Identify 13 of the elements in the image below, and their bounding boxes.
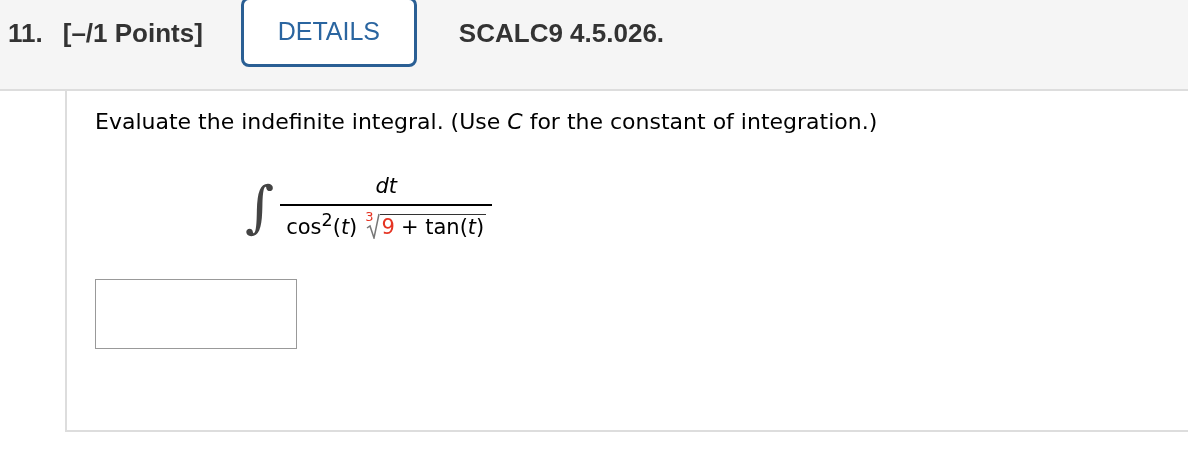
integral-sign: ∫ [245,174,275,239]
points-label: [–/1 Points] [62,18,203,49]
radicand-term: + tan(t) [400,215,485,239]
question-source: SCALC9 4.5.026. [458,18,665,49]
answer-field[interactable] [95,279,297,349]
numerator: dt [374,174,399,200]
question-number: 11. [8,18,43,49]
details-button[interactable]: DETAILS [240,0,417,67]
radical-sign [365,213,380,239]
root-index: 3 [365,209,374,224]
question-prompt: Evaluate the indefinite integral. (Use C for the constant of integration.) [95,109,878,134]
denominator-term: cos$^{2}$(t) [286,210,358,239]
radicand-term: 9 [381,215,395,239]
